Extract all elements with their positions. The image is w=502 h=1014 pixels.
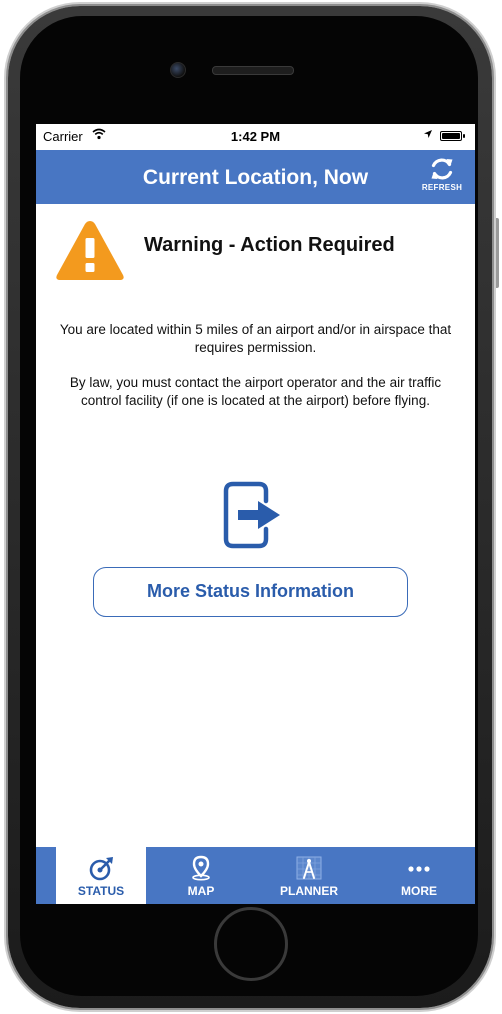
exit-arrow-icon[interactable] [222, 479, 284, 551]
page-title: Current Location, Now [142, 166, 369, 189]
battery-icon [440, 131, 465, 141]
app-screen: Carrier 1:42 PM Current Location, Now RE… [36, 124, 475, 904]
tab-planner-label: PLANNER [279, 884, 338, 898]
refresh-label: REFRESH [421, 183, 463, 192]
warning-message-location: You are located within 5 miles of an air… [59, 322, 452, 355]
warning-triangle-icon [56, 221, 124, 280]
ellipsis-icon [408, 866, 430, 872]
warning-title: Warning - Action Required [144, 234, 395, 256]
refresh-icon [431, 158, 453, 180]
more-status-information-button[interactable]: More Status Information [93, 567, 408, 617]
map-pin-icon [192, 855, 210, 881]
refresh-button[interactable]: REFRESH [414, 156, 470, 200]
page-frame: Carrier 1:42 PM Current Location, Now RE… [0, 0, 502, 1014]
tab-status[interactable]: STATUS [56, 847, 146, 904]
nav-bar: Current Location, Now REFRESH [36, 150, 475, 204]
drafting-compass-icon [296, 856, 322, 880]
tab-bar: STATUS MAP PLANNER MORE [36, 847, 475, 904]
tab-planner[interactable]: PLANNER [264, 847, 354, 904]
tab-map[interactable]: MAP [156, 847, 246, 904]
power-button [494, 218, 499, 288]
clock-time: 1:42 PM [230, 129, 281, 144]
warning-message-law: By law, you must contact the airport ope… [69, 375, 442, 408]
earpiece-speaker [212, 66, 294, 75]
home-button[interactable] [214, 907, 288, 981]
tab-more[interactable]: MORE [374, 847, 464, 904]
compass-drone-icon [89, 857, 113, 881]
tab-map-label: MAP [187, 884, 215, 898]
tab-more-label: MORE [401, 884, 437, 898]
main-content: Warning - Action Required You are locate… [36, 204, 475, 844]
tab-status-label: STATUS [77, 884, 125, 898]
location-arrow-icon [423, 128, 433, 142]
front-camera [170, 62, 186, 78]
status-bar: Carrier 1:42 PM [36, 124, 475, 150]
